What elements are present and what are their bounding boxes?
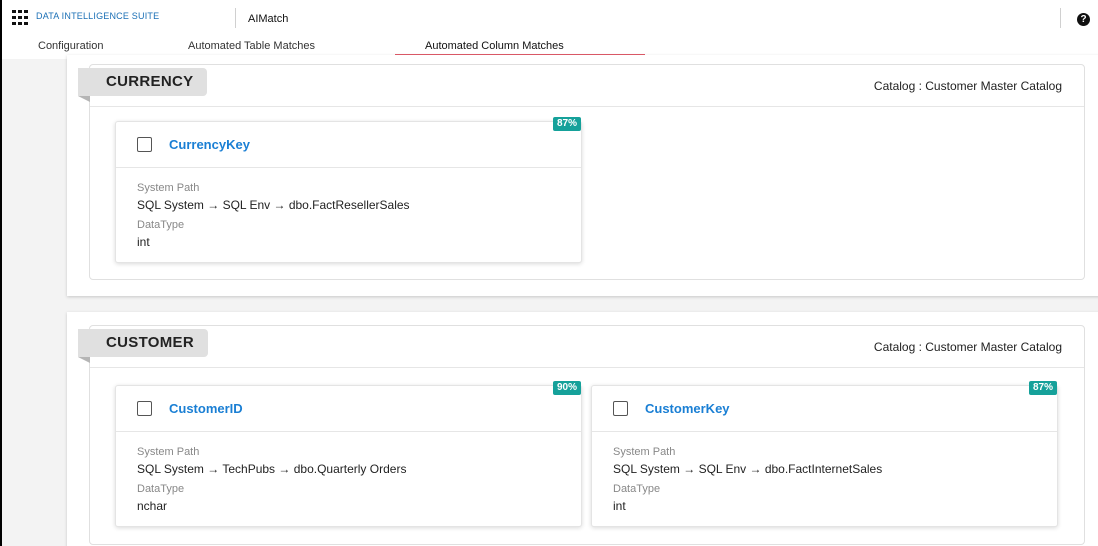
system-path-value: SQL System → TechPubs → dbo.Quarterly Or… <box>137 462 407 476</box>
main-content: CURRENCY Catalog : Customer Master Catal… <box>2 55 1098 546</box>
group-header: CURRENCY Catalog : Customer Master Catal… <box>78 65 1084 107</box>
top-bar: DATA INTELLIGENCE SUITE AIMatch ? <box>2 0 1098 37</box>
column-name-link[interactable]: CurrencyKey <box>169 137 250 152</box>
tab-automated-table-matches[interactable]: Automated Table Matches <box>188 40 315 52</box>
data-type-label: DataType <box>137 219 185 231</box>
card-header: CustomerKey <box>592 386 1057 432</box>
group-title: CUSTOMER <box>78 329 208 363</box>
select-checkbox[interactable] <box>613 401 628 416</box>
match-card: 87% CurrencyKey System Path SQL System →… <box>115 117 582 263</box>
card-header: CustomerID <box>116 386 581 432</box>
data-type-value: int <box>137 235 150 249</box>
group-panel-customer: CUSTOMER Catalog : Customer Master Catal… <box>67 312 1098 546</box>
tab-configuration[interactable]: Configuration <box>38 40 103 52</box>
system-path-label: System Path <box>137 446 200 458</box>
data-type-value: nchar <box>137 499 168 513</box>
tab-automated-column-matches[interactable]: Automated Column Matches <box>425 40 564 52</box>
suite-brand[interactable]: DATA INTELLIGENCE SUITE <box>36 11 159 21</box>
divider <box>1060 8 1061 28</box>
data-type-value: int <box>613 499 626 513</box>
catalog-label: Catalog : Customer Master Catalog <box>873 340 1062 354</box>
group-box: CUSTOMER Catalog : Customer Master Catal… <box>78 325 1085 545</box>
group-title: CURRENCY <box>78 68 208 102</box>
data-type-label: DataType <box>137 483 185 495</box>
system-path-label: System Path <box>613 446 676 458</box>
help-icon[interactable]: ? <box>1077 13 1090 26</box>
app-name: AIMatch <box>248 13 289 25</box>
card-header: CurrencyKey <box>116 122 581 168</box>
match-card: 87% CustomerKey System Path SQL System →… <box>591 381 1058 527</box>
group-header: CUSTOMER Catalog : Customer Master Catal… <box>78 326 1084 368</box>
select-checkbox[interactable] <box>137 401 152 416</box>
system-path-value: SQL System → SQL Env → dbo.FactResellerS… <box>137 198 410 212</box>
match-card: 90% CustomerID System Path SQL System → … <box>115 381 582 527</box>
grid-icon[interactable] <box>12 10 29 25</box>
group-panel-currency: CURRENCY Catalog : Customer Master Catal… <box>67 55 1098 296</box>
system-path-value: SQL System → SQL Env → dbo.FactInternetS… <box>613 462 883 476</box>
catalog-label: Catalog : Customer Master Catalog <box>873 79 1062 93</box>
divider <box>235 8 236 28</box>
data-type-label: DataType <box>613 483 661 495</box>
system-path-label: System Path <box>137 182 200 194</box>
select-checkbox[interactable] <box>137 137 152 152</box>
column-name-link[interactable]: CustomerKey <box>645 401 730 416</box>
column-name-link[interactable]: CustomerID <box>169 401 243 416</box>
group-box: CURRENCY Catalog : Customer Master Catal… <box>78 64 1085 280</box>
